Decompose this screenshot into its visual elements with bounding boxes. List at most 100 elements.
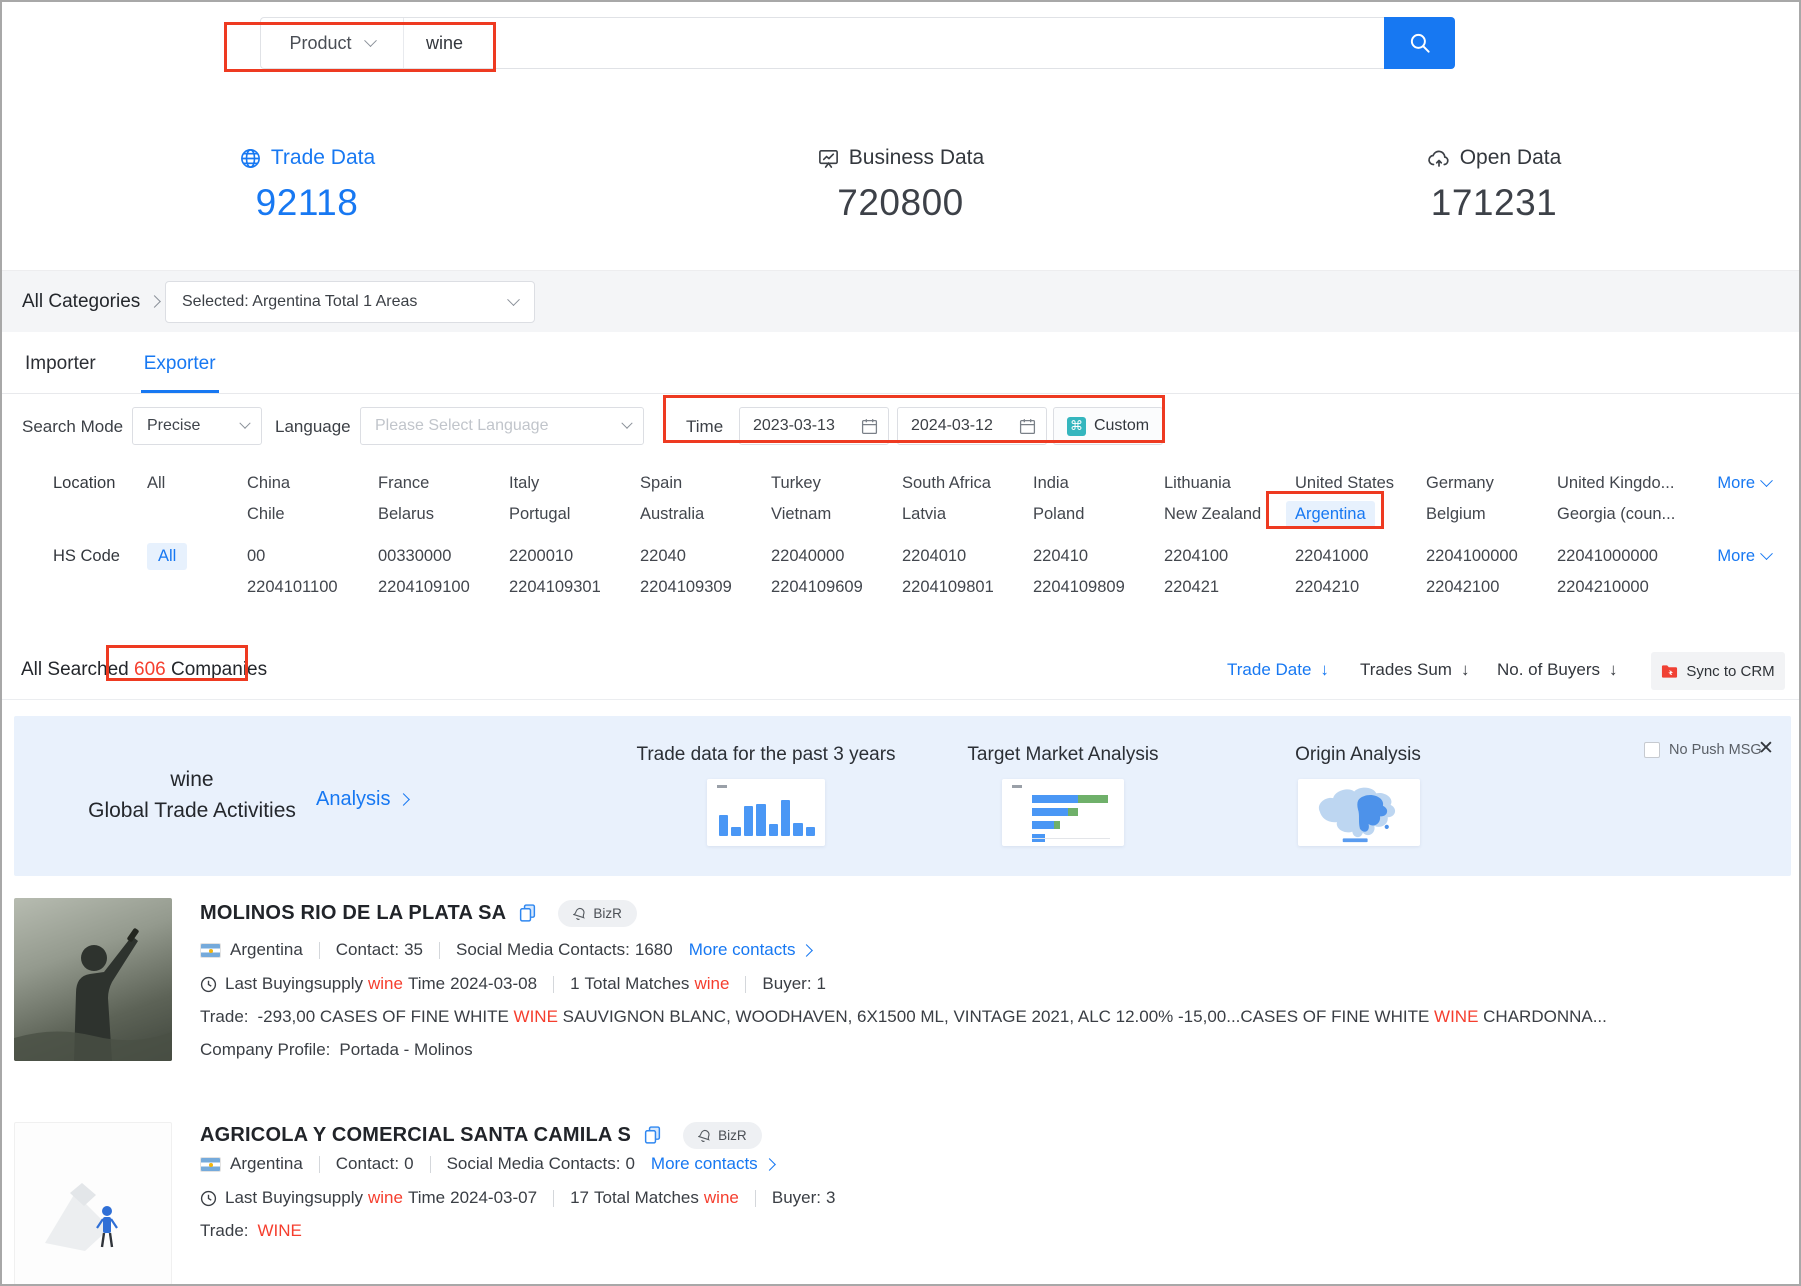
contact-label: Contact: (336, 940, 399, 960)
no-push-checkbox[interactable] (1644, 742, 1660, 758)
all-categories-link[interactable]: All Categories (22, 271, 159, 332)
hscode-option[interactable]: 22041000000 (1557, 547, 1688, 566)
hscode-option[interactable]: 22040 (640, 547, 771, 566)
location-option[interactable]: Belgium (1426, 505, 1557, 524)
hscode-option[interactable]: 2204010 (902, 547, 1033, 566)
search-mode-select[interactable]: Precise (132, 407, 262, 445)
bizr-badge[interactable]: BizR (558, 900, 637, 927)
hscode-option[interactable]: 2204109809 (1033, 578, 1164, 597)
copy-icon[interactable] (519, 904, 536, 923)
company-photo[interactable] (14, 898, 172, 1061)
banner-keyword-block: wine Global Trade Activities (72, 768, 312, 823)
hscode-option[interactable]: 220410 (1033, 547, 1164, 566)
trade-history-thumbnail[interactable] (707, 779, 825, 846)
analysis-link[interactable]: Analysis (316, 788, 408, 811)
hscode-option[interactable]: 2204100000 (1426, 547, 1557, 566)
search-category-dropdown[interactable]: Product (261, 18, 404, 68)
more-contacts-link[interactable]: More contacts (689, 940, 812, 960)
location-option[interactable]: Spain (640, 474, 771, 493)
location-more-link[interactable]: More (1717, 474, 1799, 493)
hscode-option[interactable]: 2204109100 (378, 578, 509, 597)
stat-open-data[interactable]: Open Data 171231 (1374, 98, 1614, 270)
stat-business-data[interactable]: Business Data 720800 (781, 98, 1021, 270)
hscode-option[interactable]: 2200010 (509, 547, 640, 566)
location-option[interactable]: Belarus (378, 505, 509, 524)
chevron-right-icon (763, 1158, 776, 1171)
search-mode-value: Precise (147, 417, 200, 435)
hscode-option[interactable]: 2204109609 (771, 578, 902, 597)
tab-importer[interactable]: Importer (22, 353, 99, 393)
copy-icon[interactable] (644, 1126, 661, 1145)
hscode-option[interactable]: 22042100 (1426, 578, 1557, 597)
location-option[interactable]: Chile (247, 505, 378, 524)
hscode-all[interactable]: All (147, 543, 187, 570)
location-option[interactable]: Argentina (1286, 501, 1375, 528)
hscode-option[interactable]: 22041000 (1295, 547, 1426, 566)
location-option[interactable]: Poland (1033, 505, 1164, 524)
target-market-thumbnail[interactable] (1002, 779, 1124, 846)
company-name[interactable]: AGRICOLA Y COMERCIAL SANTA CAMILA S (200, 1124, 631, 1147)
location-option[interactable]: United Kingdo... (1557, 474, 1688, 493)
location-option[interactable]: Lithuania (1164, 474, 1295, 493)
location-option[interactable]: New Zealand (1164, 505, 1295, 524)
selected-areas-dropdown[interactable]: Selected: Argentina Total 1 Areas (165, 281, 535, 323)
custom-time-button[interactable]: ⌘ Custom (1053, 407, 1163, 445)
location-option[interactable]: China (247, 474, 378, 493)
sort-item[interactable]: No. of Buyers (1497, 660, 1618, 680)
matches-value: 1 (570, 974, 579, 994)
hscode-option[interactable]: 2204101100 (247, 578, 378, 597)
hscode-row-1: HS Code All 0000330000220001022040220400… (2, 541, 1799, 572)
chevron-down-icon (507, 293, 520, 306)
location-option[interactable]: Georgia (coun... (1557, 505, 1688, 524)
company-contact-row: Argentina Contact: 35 Social Media Conta… (200, 940, 811, 960)
location-option[interactable]: United States (1295, 474, 1426, 493)
company-photo[interactable] (14, 1122, 172, 1285)
location-option[interactable]: Latvia (902, 505, 1033, 524)
hscode-option[interactable]: 2204210000 (1557, 578, 1688, 597)
hscode-option[interactable]: 220421 (1164, 578, 1295, 597)
location-option[interactable]: Turkey (771, 474, 902, 493)
origin-map-thumbnail[interactable] (1298, 779, 1420, 846)
more-contacts-link[interactable]: More contacts (651, 1154, 774, 1174)
buyer-value: 1 (817, 974, 826, 994)
hscode-option[interactable]: 2204109309 (640, 578, 771, 597)
language-select[interactable]: Please Select Language (360, 407, 644, 445)
hscode-option[interactable]: 2204100 (1164, 547, 1295, 566)
contact-label: Contact: (336, 1154, 399, 1174)
close-icon[interactable]: ✕ (1758, 737, 1774, 760)
location-option[interactable]: Australia (640, 505, 771, 524)
tab-exporter[interactable]: Exporter (141, 353, 219, 393)
stat-trade-data[interactable]: Trade Data 92118 (187, 98, 427, 270)
time-to-input[interactable]: 2024-03-12 (897, 407, 1047, 445)
search-button[interactable] (1384, 17, 1455, 69)
hscode-option[interactable]: 2204109801 (902, 578, 1033, 597)
hscode-option[interactable]: 00330000 (378, 547, 509, 566)
location-option[interactable]: France (378, 474, 509, 493)
location-option[interactable]: Portugal (509, 505, 640, 524)
buyer-label: Buyer: (772, 1188, 821, 1208)
search-input[interactable] (404, 18, 1384, 68)
keyword-highlight: wine (368, 974, 403, 994)
bizr-badge[interactable]: BizR (683, 1122, 762, 1149)
sort-item[interactable]: Trades Sum (1360, 660, 1469, 680)
location-option[interactable]: South Africa (902, 474, 1033, 493)
location-option[interactable]: Italy (509, 474, 640, 493)
hscode-option[interactable]: 00 (247, 547, 378, 566)
social-contacts-label: Social Media Contacts: (456, 940, 630, 960)
hscode-option[interactable]: 22040000 (771, 547, 902, 566)
more-label: More (1717, 474, 1755, 493)
company-name[interactable]: MOLINOS RIO DE LA PLATA SA (200, 902, 506, 925)
location-row-2: ChileBelarusPortugalAustraliaVietnamLatv… (2, 499, 1799, 530)
hscode-more-link[interactable]: More (1717, 547, 1799, 566)
location-option[interactable]: India (1033, 474, 1164, 493)
location-all[interactable]: All (147, 474, 247, 493)
results-summary: All Searched 606 Companies (21, 659, 267, 681)
location-option[interactable]: Germany (1426, 474, 1557, 493)
company-country: Argentina (230, 940, 303, 960)
hscode-option[interactable]: 2204210 (1295, 578, 1426, 597)
hscode-option[interactable]: 2204109301 (509, 578, 640, 597)
location-option[interactable]: Vietnam (771, 505, 902, 524)
sync-to-crm-button[interactable]: Sync to CRM (1651, 652, 1785, 690)
time-from-input[interactable]: 2023-03-13 (739, 407, 889, 445)
sort-item[interactable]: Trade Date (1227, 660, 1329, 680)
